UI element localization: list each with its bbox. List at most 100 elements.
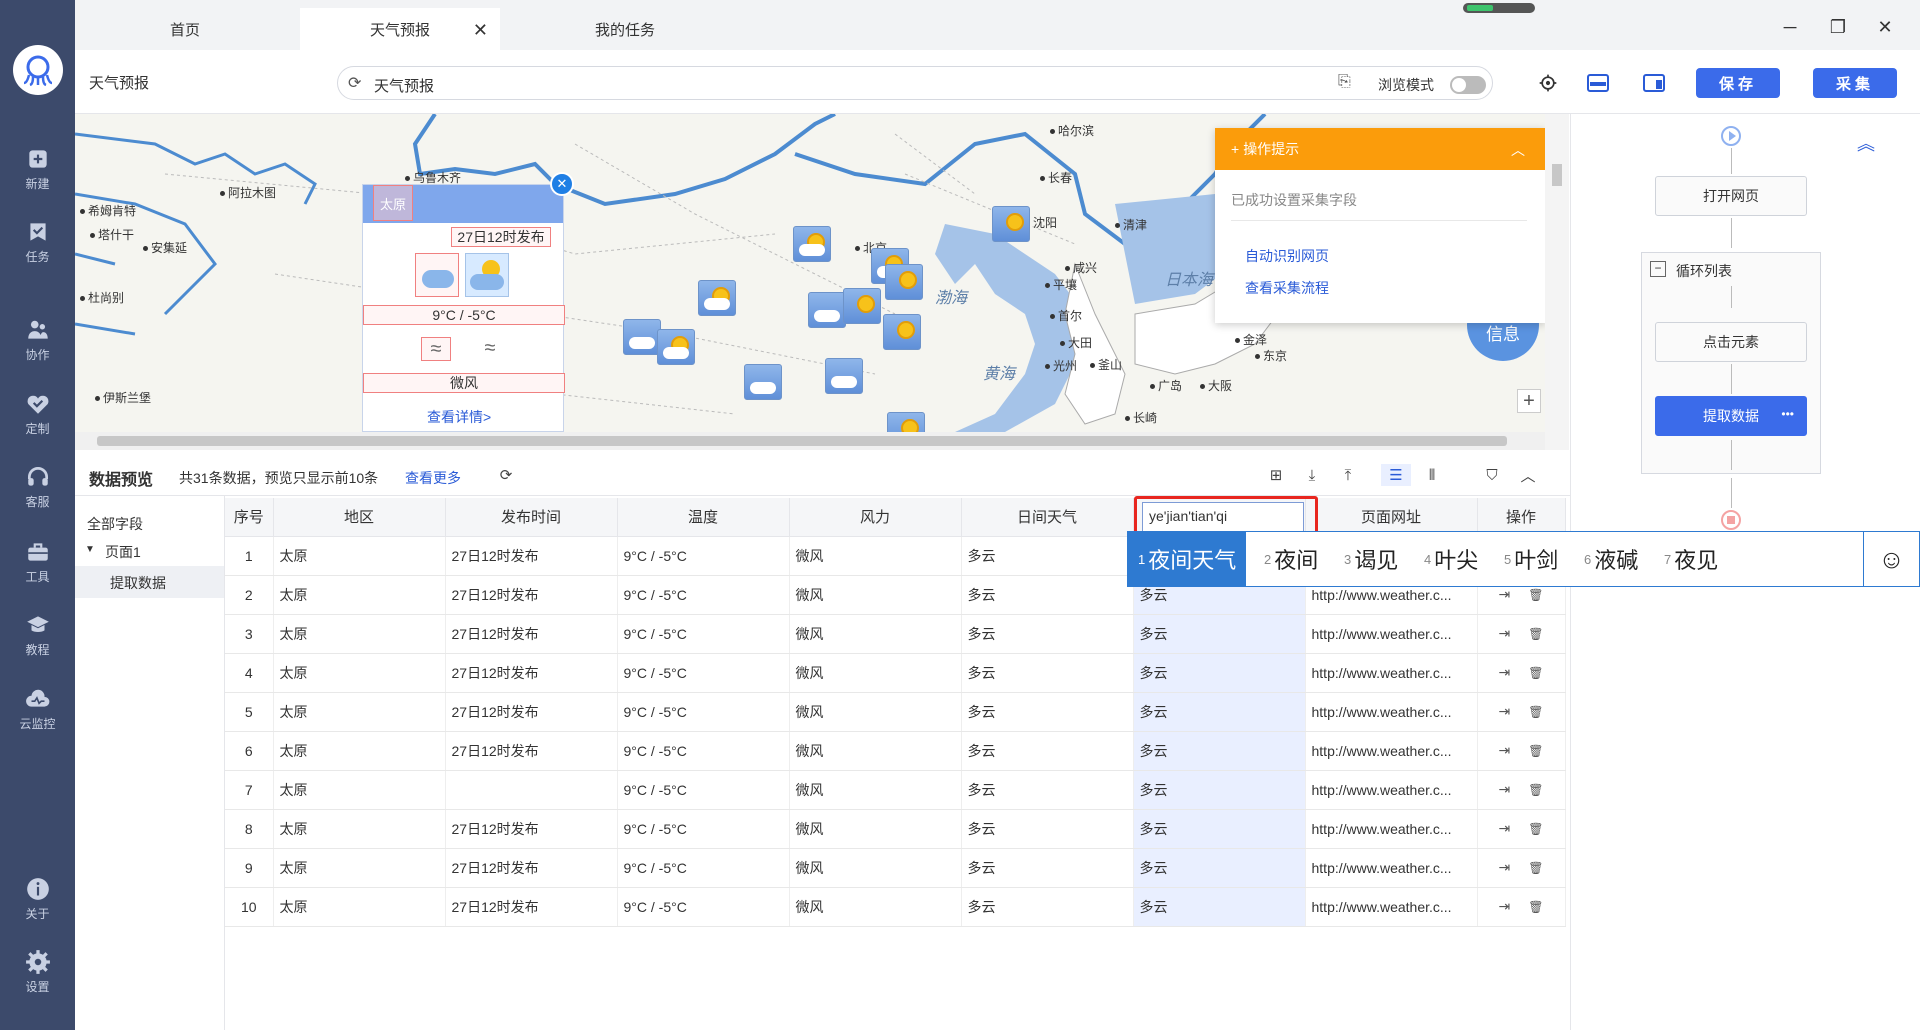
sidebar-item-tutorial[interactable]: 教程 (0, 604, 75, 666)
table-cell[interactable]: 太原 (273, 575, 446, 615)
table-cell[interactable]: 太原 (273, 536, 446, 576)
collapse-icon[interactable]: ︿ (1511, 140, 1525, 160)
table-cell[interactable]: 多云 (1133, 653, 1306, 693)
table-cell[interactable]: 多云 (1133, 848, 1306, 888)
table-cell[interactable]: 9°C / -5°C (617, 731, 790, 771)
table-cell[interactable]: http://www.weather.c... (1305, 731, 1478, 771)
table-cell[interactable]: 9°C / -5°C (617, 692, 790, 732)
weather-marker-icon[interactable] (883, 314, 921, 350)
table-cell[interactable]: 太原 (273, 887, 446, 927)
table-row[interactable]: 7 太原 9°C / -5°C 微风 多云 多云 http://www.weather.c.… (225, 770, 1566, 810)
flow-step-loop-list[interactable]: 循环列表 (1676, 261, 1732, 281)
map-vertical-scrollbar[interactable] (1545, 114, 1569, 450)
delete-row-icon[interactable]: 🗑 (1528, 666, 1543, 680)
table-cell[interactable]: 7 (225, 770, 274, 810)
maximize-icon[interactable]: ❐ (1823, 12, 1853, 42)
day-wind-icon[interactable]: ≈ (421, 337, 451, 361)
locate-row-icon[interactable]: ⇥ (1499, 586, 1511, 602)
column-header[interactable]: 地区 (273, 498, 446, 537)
table-cell[interactable]: 6 (225, 731, 274, 771)
table-cell[interactable]: 27日12时发布 (445, 575, 618, 615)
locate-row-icon[interactable]: ⇥ (1499, 859, 1511, 875)
save-button[interactable]: 保存 (1696, 68, 1780, 98)
delete-row-icon[interactable]: 🗑 (1528, 861, 1543, 875)
table-cell[interactable]: 3 (225, 614, 274, 654)
table-cell[interactable]: http://www.weather.c... (1305, 692, 1478, 732)
table-row[interactable]: 5 太原 27日12时发布 9°C / -5°C 微风 多云 多云 http://www.we… (225, 692, 1566, 732)
browse-mode-toggle[interactable] (1450, 76, 1486, 94)
table-cell[interactable]: 微风 (789, 887, 962, 927)
collapse-up-icon[interactable]: ︿ (1517, 464, 1539, 486)
weather-marker-icon[interactable] (887, 412, 925, 432)
table-cell[interactable]: 27日12时发布 (445, 731, 618, 771)
table-cell[interactable]: 27日12时发布 (445, 536, 618, 576)
column-header[interactable]: 发布时间 (445, 498, 618, 537)
view-more-link[interactable]: 查看更多 (405, 468, 461, 488)
table-cell[interactable]: 太原 (273, 848, 446, 888)
table-cell[interactable]: 多云 (1133, 692, 1306, 732)
table-cell[interactable]: 4 (225, 653, 274, 693)
table-cell[interactable]: 1 (225, 536, 274, 576)
popup-temperature[interactable]: 9°C / -5°C (363, 305, 565, 325)
table-cell[interactable]: 微风 (789, 536, 962, 576)
hint-header[interactable]: + 操作提示 ︿ (1215, 128, 1545, 170)
sidebar-item-custom[interactable]: 定制 (0, 383, 75, 445)
map-horizontal-scrollbar[interactable] (75, 432, 1545, 450)
delete-row-icon[interactable]: 🗑 (1528, 783, 1543, 797)
column-header[interactable]: 温度 (617, 498, 790, 537)
locate-row-icon[interactable]: ⇥ (1499, 820, 1511, 836)
step-menu-icon[interactable]: ••• (1781, 407, 1794, 421)
tree-expand-icon[interactable]: ▼ (85, 544, 95, 555)
sidebar-item-tools[interactable]: 工具 (0, 531, 75, 593)
table-cell[interactable]: 多云 (961, 692, 1134, 732)
tree-all-fields[interactable]: 全部字段 (87, 514, 143, 534)
delete-row-icon[interactable]: 🗑 (1528, 900, 1543, 914)
url-text[interactable]: 天气预报 (374, 75, 434, 96)
table-row[interactable]: 9 太原 27日12时发布 9°C / -5°C 微风 多云 多云 http://www.we… (225, 848, 1566, 888)
delete-row-icon[interactable]: 🗑 (1528, 822, 1543, 836)
table-cell[interactable]: 9°C / -5°C (617, 770, 790, 810)
locate-row-icon[interactable]: ⇥ (1499, 664, 1511, 680)
weather-marker-icon[interactable] (885, 264, 923, 300)
ime-candidate[interactable]: 2 夜间 (1254, 532, 1326, 586)
table-cell[interactable]: 多云 (961, 848, 1134, 888)
weather-marker-icon[interactable] (698, 280, 736, 316)
flow-step-open-page[interactable]: 打开网页 (1655, 176, 1807, 216)
weather-marker-icon[interactable] (825, 358, 863, 394)
delete-row-icon[interactable]: 🗑 (1528, 705, 1543, 719)
table-cell[interactable]: 多云 (961, 614, 1134, 654)
table-cell[interactable]: 微风 (789, 692, 962, 732)
table-cell[interactable]: 5 (225, 692, 274, 732)
table-row[interactable]: 8 太原 27日12时发布 9°C / -5°C 微风 多云 多云 http://www.we… (225, 809, 1566, 849)
close-tab-icon[interactable]: ✕ (473, 20, 488, 41)
minimize-icon[interactable]: ─ (1775, 12, 1805, 42)
layout-bottom-icon[interactable] (1585, 70, 1611, 96)
url-bar[interactable]: ⟳ 天气预报 ⎘ 浏览模式 (337, 66, 1493, 100)
table-cell[interactable]: 8 (225, 809, 274, 849)
table-cell[interactable]: 多云 (961, 887, 1134, 927)
table-cell[interactable] (445, 770, 618, 810)
table-cell[interactable]: http://www.weather.c... (1305, 614, 1478, 654)
table-cell[interactable]: 多云 (961, 770, 1134, 810)
auto-detect-link[interactable]: 自动识别网页 (1245, 246, 1329, 266)
weather-marker-icon[interactable] (623, 319, 661, 355)
weather-marker-icon[interactable] (657, 329, 695, 365)
ime-candidate[interactable]: 6 液碱 (1574, 532, 1646, 586)
table-cell[interactable]: http://www.weather.c... (1305, 848, 1478, 888)
tab-my-tasks[interactable]: 我的任务 (545, 8, 705, 50)
night-weather-icon[interactable] (465, 253, 509, 297)
table-cell[interactable]: 太原 (273, 809, 446, 849)
weather-marker-icon[interactable] (992, 206, 1030, 242)
locate-row-icon[interactable]: ⇥ (1499, 625, 1511, 641)
add-field-icon[interactable]: ⊞ (1265, 464, 1287, 486)
table-cell[interactable]: http://www.weather.c... (1305, 653, 1478, 693)
table-cell[interactable]: 9°C / -5°C (617, 536, 790, 576)
column-header[interactable]: 序号 (225, 498, 274, 537)
table-cell[interactable]: 微风 (789, 731, 962, 771)
table-cell[interactable]: 微风 (789, 770, 962, 810)
table-cell[interactable]: 太原 (273, 770, 446, 810)
ime-candidate[interactable]: 1 夜间天气 (1128, 532, 1246, 586)
column-header[interactable]: 日间天气 (961, 498, 1134, 537)
sidebar-item-new[interactable]: 新建 (0, 138, 75, 200)
table-cell[interactable]: 9°C / -5°C (617, 614, 790, 654)
